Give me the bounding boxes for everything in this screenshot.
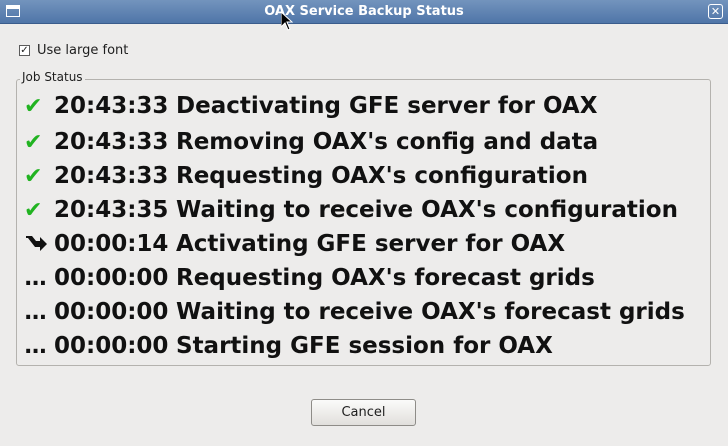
- job-row: ✔ 20:43:33 Removing OAX's config and data: [24, 127, 714, 157]
- job-description: Waiting to receive OAX's forecast grids: [176, 299, 685, 325]
- check-icon: ✔: [24, 129, 43, 155]
- large-font-label: Use large font: [37, 42, 129, 58]
- job-description: Activating GFE server for OAX: [176, 231, 566, 257]
- large-font-checkbox[interactable]: ✓: [19, 44, 30, 56]
- job-description: Deactivating GFE server for OAX: [176, 93, 598, 119]
- job-time: 20:43:33: [54, 129, 169, 155]
- check-icon: ✔: [24, 197, 43, 223]
- job-row: ✔ 20:43:35 Waiting to receive OAX's config…: [24, 195, 714, 225]
- job-description: Requesting OAX's forecast grids: [176, 265, 595, 291]
- job-row: ✔ 20:43:33 Requesting OAX's configuration: [24, 161, 714, 191]
- arrow-icon: [24, 233, 54, 255]
- job-description: Removing OAX's config and data: [176, 129, 599, 155]
- window-title: OAX Service Backup Status: [264, 4, 464, 19]
- job-time: 00:00:14: [54, 231, 169, 257]
- check-icon: ✔: [24, 93, 43, 119]
- job-row: ... 00:00:00 Starting GFE session for OAX: [24, 331, 714, 361]
- job-description: Requesting OAX's configuration: [176, 163, 588, 189]
- ellipsis-icon: ...: [24, 299, 47, 325]
- check-icon: ✔: [24, 163, 43, 189]
- job-time: 00:00:00: [54, 299, 169, 325]
- job-time: 20:43:33: [54, 93, 169, 119]
- job-time: 20:43:33: [54, 163, 169, 189]
- job-time: 00:00:00: [54, 333, 169, 359]
- title-bar[interactable]: OAX Service Backup Status ✕: [0, 0, 728, 24]
- job-time: 00:00:00: [54, 265, 169, 291]
- ellipsis-icon: ...: [24, 265, 47, 291]
- job-time: 20:43:35: [54, 197, 169, 223]
- job-status-group-label: Job Status: [20, 70, 85, 84]
- job-row: ✔ 20:43:33 Deactivating GFE server for OAX: [24, 91, 714, 121]
- job-description: Waiting to receive OAX's configuration: [176, 197, 678, 223]
- cancel-button[interactable]: Cancel: [311, 399, 416, 426]
- job-row: 00:00:14 Activating GFE server for OAX: [24, 229, 714, 259]
- job-row: ... 00:00:00 Requesting OAX's forecast gri…: [24, 263, 714, 293]
- ellipsis-icon: ...: [24, 333, 47, 359]
- job-row: ... 00:00:00 Waiting to receive OAX's fore…: [24, 297, 714, 327]
- large-font-option[interactable]: ✓ Use large font: [19, 41, 128, 59]
- job-description: Starting GFE session for OAX: [176, 333, 553, 359]
- close-button[interactable]: ✕: [708, 4, 723, 19]
